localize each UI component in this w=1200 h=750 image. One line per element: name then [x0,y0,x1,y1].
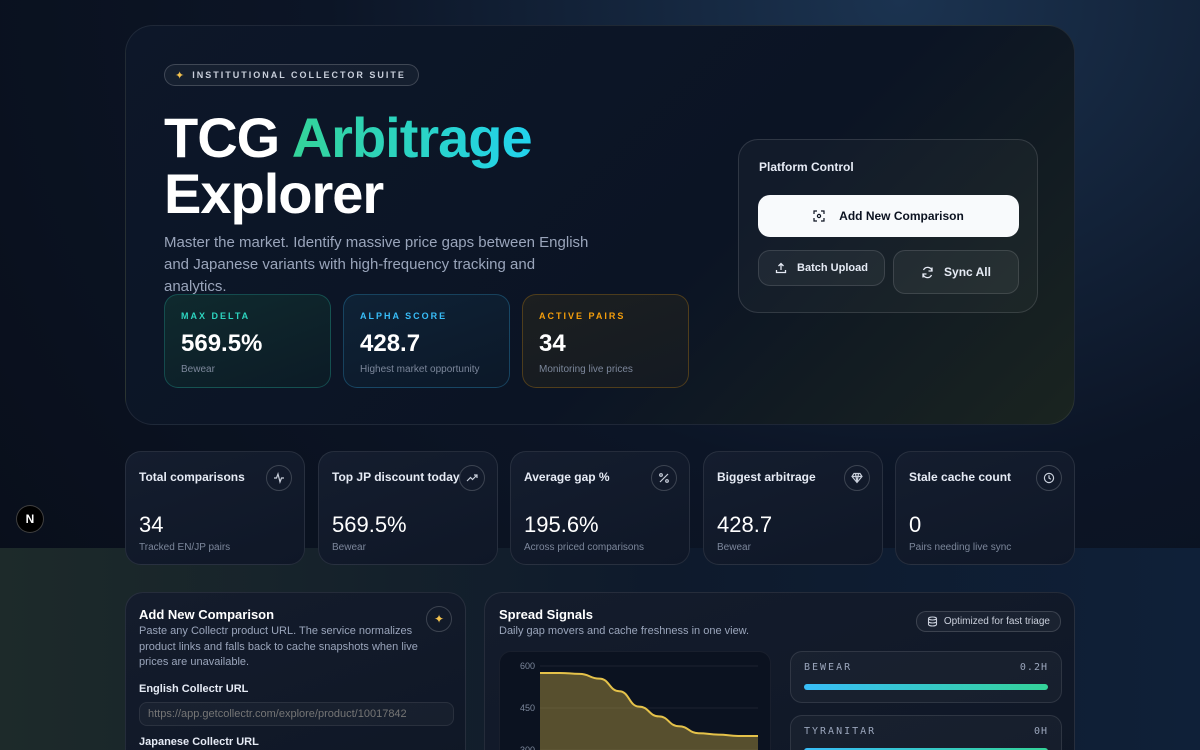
add-new-comparison-button[interactable]: Add New Comparison [758,195,1019,237]
page-title: TCG Arbitrage Explorer [164,110,533,225]
stat-sub: Tracked EN/JP pairs [139,542,231,553]
japanese-url-label: Japanese Collectr URL [139,735,259,748]
alpha-score-value: 428.7 [360,330,421,357]
stat-value: 34 [139,512,164,537]
nextjs-logo-letter: N [25,512,35,526]
english-url-label: English Collectr URL [139,682,249,695]
batch-upload-button[interactable]: Batch Upload [758,250,885,286]
percent-icon [651,465,677,491]
chart-y-tick: 450 [520,703,535,713]
diamond-icon [844,465,870,491]
alpha-score-card: ALPHA SCORE 428.7 Highest market opportu… [343,294,510,388]
mover-age: 0.2H [1019,662,1048,673]
nextjs-logo[interactable]: N [16,505,44,533]
database-icon [927,616,937,627]
add-new-comparison-label: Add New Comparison [839,209,964,223]
mover-list: BEWEAR 0.2H TYRANITAR 0H [790,651,1062,750]
sparkles-icon: ✦ [175,69,187,82]
hero-panel: ✦ INSTITUTIONAL COLLECTOR SUITE TCG Arbi… [125,25,1075,425]
mover-bar [804,684,1048,690]
add-form-title: Add New Comparison [139,607,275,622]
stat-value: 195.6% [524,512,599,537]
stat-card-top-jp-discount: Top JP discount today 569.5% Bewear [318,451,498,565]
title-arbitrage: Arbitrage [291,106,533,169]
active-pairs-sub: Monitoring live prices [539,364,633,375]
scan-icon [813,210,825,222]
max-delta-card: MAX DELTA 569.5% Bewear [164,294,331,388]
active-pairs-value: 34 [539,330,566,357]
clock-icon [1036,465,1062,491]
stat-sub: Bewear [332,542,366,553]
stat-value: 0 [909,512,922,537]
alpha-score-sub: Highest market opportunity [360,364,480,375]
title-tcg: TCG [164,106,280,169]
upload-icon [775,262,787,274]
title-explorer: Explorer [164,162,384,225]
stat-sub: Across priced comparisons [524,542,645,553]
add-comparison-form: Add New Comparison ✦ Paste any Collectr … [125,592,466,750]
active-pairs-card: ACTIVE PAIRS 34 Monitoring live prices [522,294,689,388]
max-delta-label: MAX DELTA [181,311,251,321]
optimized-badge: Optimized for fast triage [915,611,1061,632]
max-delta-sub: Bewear [181,364,215,375]
sparkles-button[interactable]: ✦ [426,606,452,632]
stat-value: 428.7 [717,512,773,537]
stat-card-total-comparisons: Total comparisons 34 Tracked EN/JP pairs [125,451,305,565]
activity-icon [266,465,292,491]
stat-sub: Bewear [717,542,751,553]
active-pairs-label: ACTIVE PAIRS [539,311,626,321]
refresh-icon [922,266,933,278]
batch-upload-label: Batch Upload [797,262,868,274]
optimized-badge-label: Optimized for fast triage [943,616,1050,627]
stat-sub: Pairs needing live sync [909,542,1012,553]
mover-name: BEWEAR [804,662,853,673]
hero-subtitle: Master the market. Identify massive pric… [164,234,589,295]
chart-y-tick: 600 [520,661,535,671]
english-url-input[interactable] [139,701,454,726]
alpha-score-label: ALPHA SCORE [360,311,448,321]
mover-bar-fill [804,684,1048,690]
platform-control-title: Platform Control [759,160,854,174]
stat-card-stale-cache: Stale cache count 0 Pairs needing live s… [895,451,1075,565]
sync-all-label: Sync All [944,265,991,279]
trending-up-icon [459,465,485,491]
sparkles-icon: ✦ [433,612,445,626]
spread-signals-panel: Spread Signals Daily gap movers and cach… [484,592,1075,750]
mover-item[interactable]: TYRANITAR 0H [790,715,1062,750]
stat-value: 569.5% [332,512,407,537]
spread-chart: 600 450 300 [499,651,771,750]
platform-control-panel: Platform Control Add New Comparison Batc… [738,139,1038,313]
suite-badge-label: INSTITUTIONAL COLLECTOR SUITE [192,70,406,80]
mover-name: TYRANITAR [804,726,877,737]
sync-all-button[interactable]: Sync All [893,250,1019,294]
stat-card-biggest-arbitrage: Biggest arbitrage 428.7 Bewear [703,451,883,565]
chart-y-tick: 300 [520,745,535,750]
max-delta-value: 569.5% [181,330,263,357]
mover-item[interactable]: BEWEAR 0.2H [790,651,1062,703]
mover-age: 0H [1033,726,1048,737]
suite-badge: ✦ INSTITUTIONAL COLLECTOR SUITE [164,64,419,86]
spread-chart-svg: 600 450 300 [520,661,758,750]
add-form-description: Paste any Collectr product URL. The serv… [139,625,418,668]
stat-card-average-gap: Average gap % 195.6% Across priced compa… [510,451,690,565]
